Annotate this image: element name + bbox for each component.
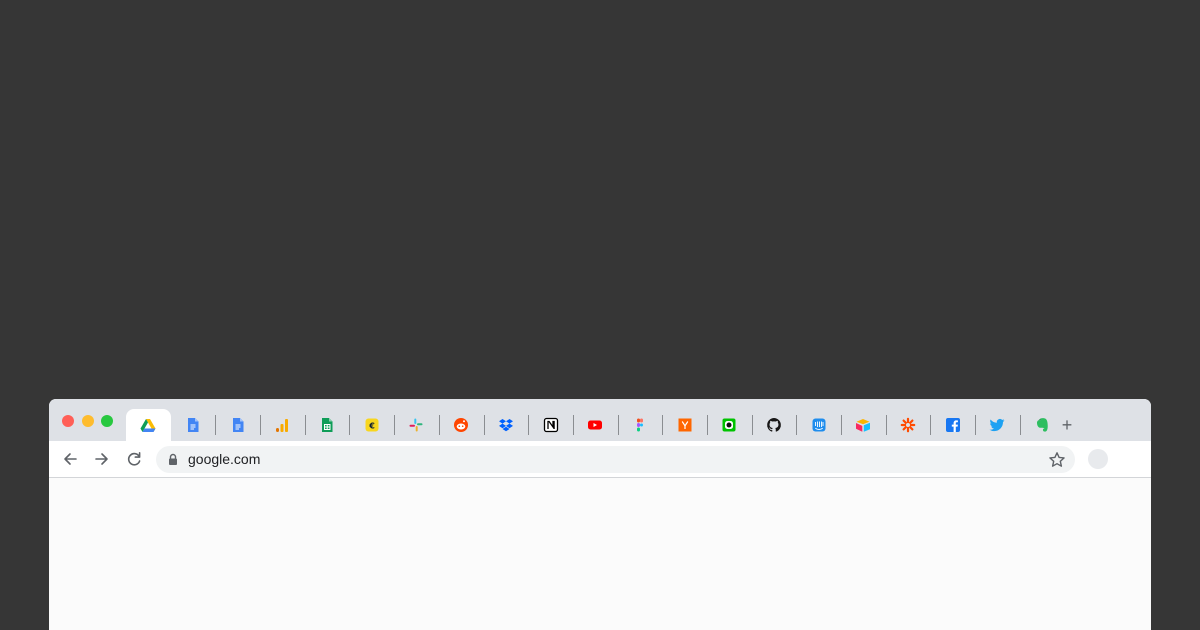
- tab-google-docs[interactable]: [215, 409, 260, 441]
- tab-youtube[interactable]: [572, 409, 618, 441]
- google-analytics-icon: [276, 419, 289, 432]
- tab-google-analytics[interactable]: [260, 409, 305, 441]
- tab-dropbox[interactable]: [483, 409, 529, 441]
- tab-airtable[interactable]: [841, 409, 886, 441]
- figma-icon: [636, 418, 643, 432]
- window-minimize-button[interactable]: [82, 415, 94, 427]
- address-text[interactable]: google.com: [188, 446, 260, 473]
- tab-google-sheets[interactable]: [304, 409, 350, 441]
- tab-expensify[interactable]: €: [349, 409, 394, 441]
- new-tab-button[interactable]: +: [1059, 416, 1075, 434]
- tab-reddit[interactable]: [438, 409, 484, 441]
- zapier-icon: [900, 417, 916, 433]
- profile-avatar[interactable]: [1088, 449, 1108, 469]
- tab-zapier[interactable]: [885, 409, 931, 441]
- page-content: [49, 478, 1151, 630]
- slack-icon: [409, 418, 423, 432]
- airtable-icon: [856, 419, 871, 432]
- forward-button[interactable]: [93, 450, 111, 468]
- github-icon: [767, 418, 781, 432]
- tab-slack[interactable]: [394, 409, 439, 441]
- svg-text:€: €: [368, 421, 375, 430]
- expensify-icon: €: [365, 418, 379, 432]
- facebook-icon: [945, 418, 960, 432]
- reload-button[interactable]: [125, 450, 143, 468]
- lock-icon: [169, 453, 177, 465]
- window-close-button[interactable]: [62, 415, 74, 427]
- hacker-news-icon: [678, 418, 692, 432]
- tab-github[interactable]: [751, 409, 797, 441]
- window-maximize-button[interactable]: [101, 415, 113, 427]
- app-icon: [722, 418, 736, 432]
- dropbox-icon: [498, 419, 513, 432]
- tab-intercom[interactable]: [796, 409, 841, 441]
- youtube-icon: [588, 420, 603, 430]
- address-bar[interactable]: google.com: [156, 446, 1075, 473]
- tab-evernote[interactable]: [1019, 409, 1065, 441]
- twitter-icon: [989, 418, 1005, 432]
- tab-facebook[interactable]: [930, 409, 975, 441]
- tab-google-docs[interactable]: [171, 409, 216, 441]
- tab-google-drive[interactable]: [126, 409, 171, 441]
- tab-app[interactable]: [706, 409, 752, 441]
- reddit-icon: [454, 418, 469, 432]
- tab-list: €: [126, 409, 1064, 441]
- bookmark-star-icon[interactable]: [1048, 451, 1066, 469]
- tab-figma[interactable]: [617, 409, 663, 441]
- back-button[interactable]: [61, 450, 79, 468]
- tab-strip: € +: [49, 399, 1151, 441]
- toolbar: google.com: [49, 441, 1151, 478]
- google-drive-icon: [140, 419, 156, 432]
- browser-window: € + google.com: [49, 399, 1151, 630]
- google-docs-icon: [232, 418, 244, 432]
- google-docs-icon: [188, 418, 199, 432]
- evernote-icon: [1037, 418, 1048, 432]
- google-sheets-icon: [322, 418, 333, 432]
- notion-icon: [543, 417, 558, 433]
- tab-twitter[interactable]: [975, 409, 1020, 441]
- intercom-icon: [812, 418, 826, 432]
- tab-hacker-news[interactable]: [662, 409, 707, 441]
- tab-notion[interactable]: [528, 409, 573, 441]
